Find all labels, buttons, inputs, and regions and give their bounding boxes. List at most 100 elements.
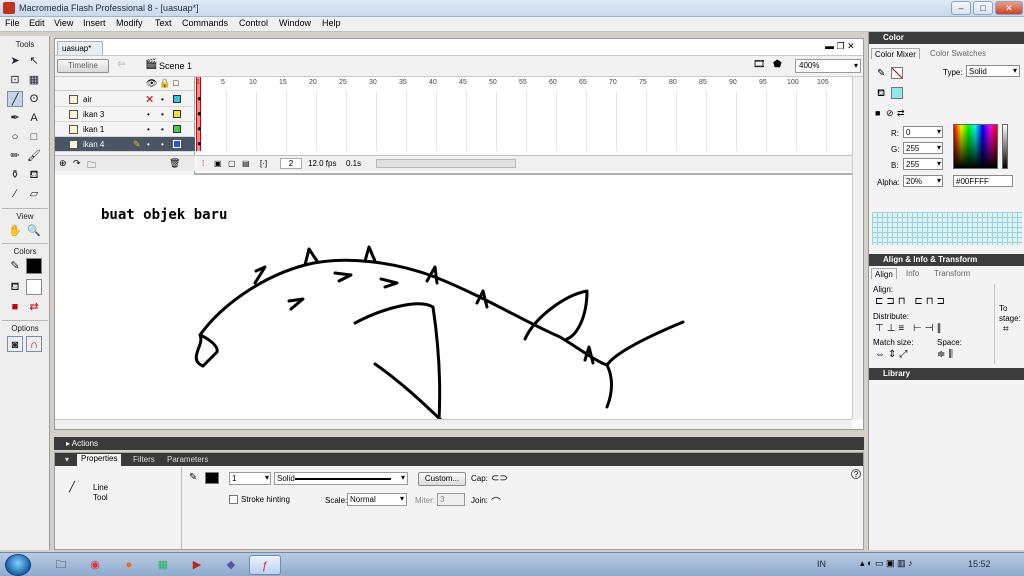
- scale-select[interactable]: Normal ▾: [347, 493, 407, 506]
- player-taskbar-icon[interactable]: ◆: [215, 555, 247, 575]
- layer-color-box[interactable]: [173, 110, 181, 118]
- r-field[interactable]: 0 ▾: [903, 126, 943, 138]
- library-panel-header[interactable]: Library: [869, 368, 1024, 380]
- shark-drawing[interactable]: [55, 177, 852, 419]
- arrow-tool-icon[interactable]: ➤: [7, 53, 23, 69]
- flash-taskbar-icon[interactable]: ƒ: [249, 555, 281, 575]
- keyframe-dot[interactable]: ●: [197, 109, 202, 118]
- eye-icon[interactable]: 👁: [146, 78, 157, 89]
- menu-commands[interactable]: Commands: [182, 18, 228, 28]
- layer-row-selected[interactable]: ikan 4 ✎ • •: [55, 137, 195, 152]
- custom-stroke-button[interactable]: Custom...: [418, 472, 466, 486]
- layer-color-box[interactable]: [173, 140, 181, 148]
- tab-filters[interactable]: Filters: [133, 455, 155, 464]
- paint-bucket-tool-icon[interactable]: ⛾: [26, 167, 42, 183]
- space-buttons-icon[interactable]: ≑⫼: [937, 349, 956, 360]
- edit-multiple-frames-icon[interactable]: ▤: [242, 159, 250, 168]
- menu-insert[interactable]: Insert: [83, 18, 106, 28]
- doc-window-controls[interactable]: ▬ ❐ ✕: [825, 41, 855, 52]
- tab-color-mixer[interactable]: Color Mixer: [871, 48, 920, 59]
- color-spectrum[interactable]: [953, 124, 998, 169]
- pen-tool-icon[interactable]: ✒: [7, 110, 23, 126]
- tab-align[interactable]: Align: [871, 268, 897, 279]
- pencil-tool-icon[interactable]: ✏: [7, 148, 23, 164]
- tab-transform[interactable]: Transform: [931, 268, 973, 279]
- actions-panel-header[interactable]: ▸ Actions: [54, 437, 864, 450]
- align-panel-header[interactable]: Align & Info & Transform: [869, 254, 1024, 266]
- stroke-no-color-swatch[interactable]: [891, 67, 903, 79]
- zoom-select[interactable]: 400% ▾: [795, 59, 861, 73]
- collapse-arrow-icon[interactable]: ▾: [65, 455, 69, 464]
- layer-row[interactable]: ikan 1 • •: [55, 122, 195, 137]
- match-size-buttons-icon[interactable]: ⇔⇕⤢: [875, 349, 910, 360]
- insert-folder-icon[interactable]: 🗀: [87, 158, 96, 174]
- delete-layer-icon[interactable]: 🗑: [169, 158, 180, 169]
- clock[interactable]: 15:52: [968, 559, 991, 569]
- rectangle-tool-icon[interactable]: □: [26, 129, 42, 145]
- alpha-field[interactable]: 20% ▾: [903, 175, 943, 187]
- visible-dot[interactable]: •: [147, 110, 150, 119]
- timeline-scrollbar[interactable]: [376, 159, 516, 168]
- eyedropper-tool-icon[interactable]: ⁄: [7, 186, 23, 202]
- center-frame-icon[interactable]: ⁞: [202, 159, 204, 168]
- layer-row[interactable]: air ✕ •: [55, 92, 195, 107]
- edit-symbols-icon[interactable]: ⬟: [773, 59, 782, 70]
- distribute-buttons-icon[interactable]: ⊤⊥≡ ⊢⊣∥: [875, 323, 944, 334]
- ink-bottle-tool-icon[interactable]: ⚱: [7, 167, 23, 183]
- tab-properties[interactable]: Properties: [77, 454, 122, 466]
- chrome-taskbar-icon[interactable]: ◉: [79, 555, 111, 575]
- no-color-icon[interactable]: ⊘: [886, 108, 894, 119]
- stroke-width-field[interactable]: 1 ▾: [229, 472, 271, 485]
- color-panel-header[interactable]: Color: [869, 32, 1024, 44]
- keyframe-dot[interactable]: ●: [197, 139, 202, 148]
- visible-dot[interactable]: •: [147, 125, 150, 134]
- add-guide-layer-icon[interactable]: ↷: [73, 158, 81, 169]
- stage-canvas[interactable]: buat objek baru: [55, 177, 852, 419]
- layer-row[interactable]: ikan 3 • •: [55, 107, 195, 122]
- horizontal-scrollbar[interactable]: [55, 419, 852, 429]
- menu-control[interactable]: Control: [239, 18, 268, 28]
- layer-color-box[interactable]: [173, 95, 181, 103]
- miter-field[interactable]: 3: [437, 493, 465, 506]
- fill-type-select[interactable]: Solid ▾: [966, 65, 1020, 77]
- black-white-icon[interactable]: ■: [875, 108, 880, 118]
- lock-dot[interactable]: •: [161, 110, 164, 119]
- keyframe-dot[interactable]: ●: [197, 124, 202, 133]
- firefox-taskbar-icon[interactable]: ●: [113, 555, 145, 575]
- onion-skin-icon[interactable]: ▣: [214, 159, 222, 168]
- stroke-color-swatch[interactable]: [205, 472, 219, 484]
- g-field[interactable]: 255 ▾: [903, 142, 943, 154]
- maximize-button[interactable]: □: [973, 1, 993, 15]
- b-field[interactable]: 255 ▾: [903, 158, 943, 170]
- input-language[interactable]: IN: [817, 559, 826, 569]
- join-style-icon[interactable]: ⌒: [491, 494, 501, 509]
- object-drawing-icon[interactable]: ◙: [7, 336, 23, 352]
- swap-colors-icon[interactable]: ⇄: [26, 299, 42, 315]
- free-transform-tool-icon[interactable]: ⊡: [7, 72, 23, 88]
- cap-style-icon[interactable]: ⊂⊃: [491, 473, 508, 484]
- fill-color-swatch[interactable]: [26, 279, 42, 295]
- hand-tool-icon[interactable]: ✋: [7, 223, 23, 239]
- layer-color-box[interactable]: [173, 125, 181, 133]
- hidden-x-icon[interactable]: ✕: [145, 93, 154, 106]
- office-taskbar-icon[interactable]: ▦: [147, 555, 179, 575]
- lock-dot[interactable]: •: [161, 125, 164, 134]
- swap-colors-icon[interactable]: ⇄: [897, 108, 905, 119]
- onion-outline-icon[interactable]: ▢: [228, 159, 236, 168]
- tab-info[interactable]: Info: [903, 268, 922, 279]
- outline-icon[interactable]: □: [173, 78, 178, 88]
- stroke-pencil-icon[interactable]: ✎: [877, 68, 885, 79]
- close-button[interactable]: ✕: [995, 1, 1023, 15]
- fill-bucket-icon[interactable]: ⛾: [877, 88, 885, 101]
- start-button[interactable]: [5, 554, 31, 576]
- stroke-color-icon[interactable]: ✎: [7, 258, 23, 274]
- stroke-style-select[interactable]: Solid ▾: [274, 472, 408, 485]
- vertical-scrollbar[interactable]: [852, 77, 863, 419]
- lock-icon[interactable]: 🔒: [159, 78, 170, 89]
- lock-dot[interactable]: •: [161, 95, 164, 104]
- hex-field[interactable]: #00FFFF: [953, 175, 1013, 187]
- fill-color-swatch[interactable]: [891, 87, 903, 99]
- to-stage-button-icon[interactable]: ⌗: [1003, 324, 1009, 335]
- black-white-icon[interactable]: ■: [7, 299, 23, 315]
- fill-color-icon[interactable]: ⛾: [7, 279, 23, 295]
